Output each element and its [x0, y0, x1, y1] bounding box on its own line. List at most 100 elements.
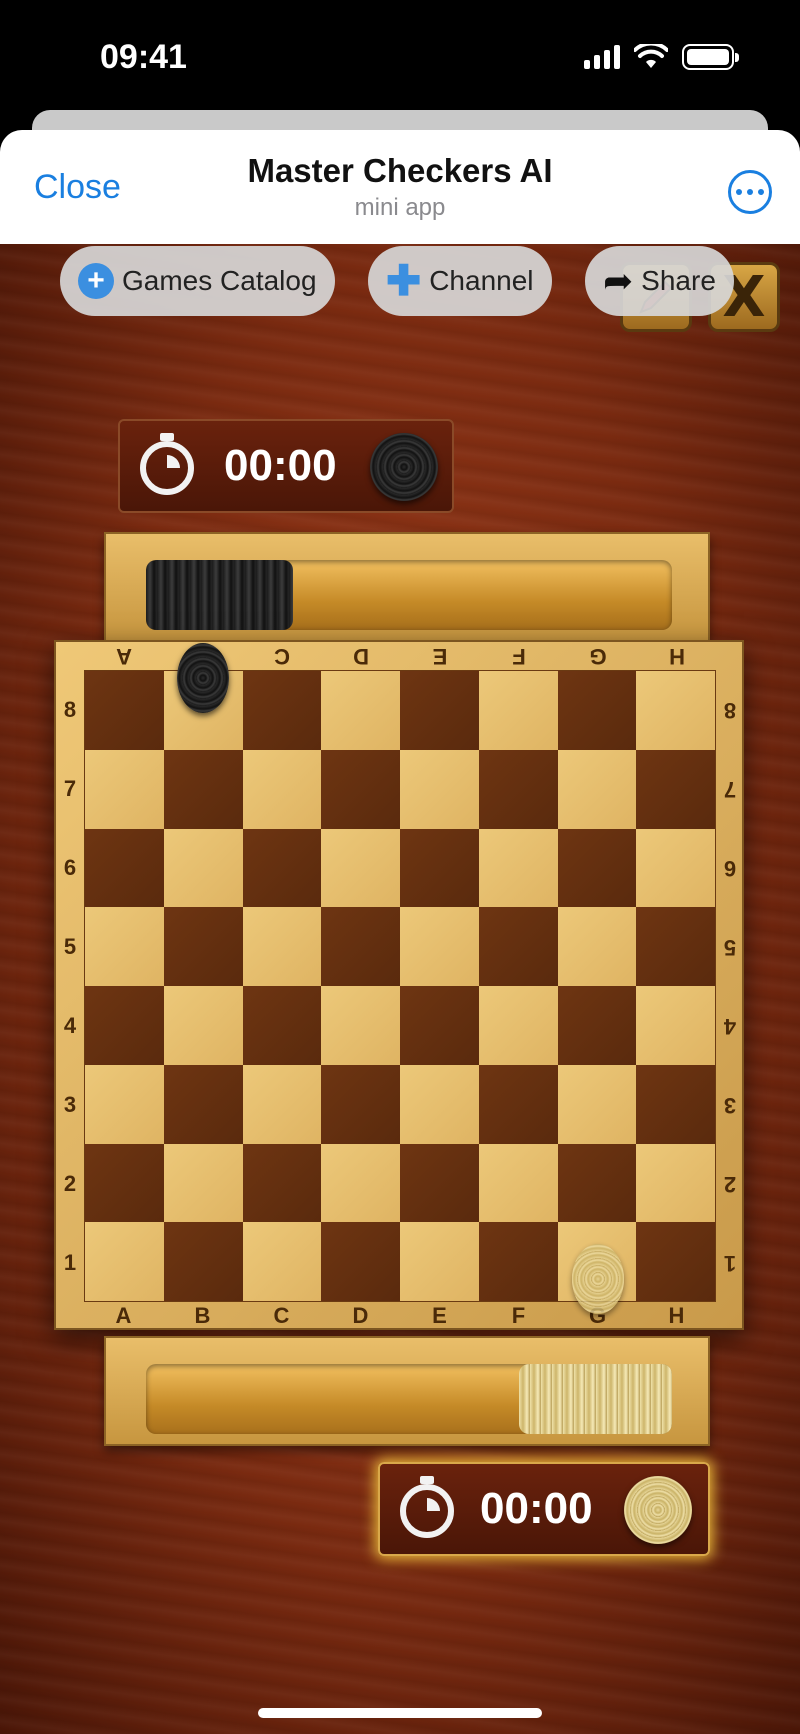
file-label-top: F: [511, 644, 526, 669]
share-arrow-icon: ➦: [603, 260, 634, 301]
board-square-a7[interactable]: [85, 749, 164, 829]
board-square-f4[interactable]: [478, 986, 558, 1065]
captured-light-stack: [519, 1364, 672, 1434]
games-catalog-button[interactable]: + Games Catalog: [60, 246, 335, 316]
rank-label-right: 1: [723, 1250, 737, 1276]
board-square-g7[interactable]: [557, 749, 637, 829]
more-options-icon[interactable]: [728, 170, 772, 214]
plus-icon: ✚: [386, 257, 422, 304]
board-square-a5[interactable]: [85, 907, 164, 986]
board-square-f2[interactable]: [478, 1143, 558, 1223]
board-square-b6[interactable]: [163, 828, 243, 908]
board-square-d3[interactable]: [321, 1064, 400, 1144]
board-square-e4[interactable]: [400, 986, 479, 1065]
status-time: 09:41: [100, 38, 187, 76]
rank-label-right: 8: [723, 697, 737, 723]
board-square-g8[interactable]: [557, 671, 637, 750]
app-subtitle: mini app: [354, 194, 446, 221]
rank-label-left: 2: [63, 1170, 77, 1196]
player-time: 00:00: [480, 1484, 593, 1533]
board-square-b7[interactable]: [163, 749, 243, 829]
rank-label-left: 8: [63, 696, 77, 722]
board-square-b5[interactable]: [163, 907, 243, 986]
board-square-g5[interactable]: [557, 907, 637, 986]
checkers-board: AABBCCDDEEFFGGHH8877665544332211: [54, 640, 744, 1330]
board-square-e2[interactable]: [400, 1143, 479, 1223]
board-square-e5[interactable]: [400, 907, 479, 986]
board-square-a8[interactable]: [85, 671, 164, 750]
file-label-bottom: B: [194, 1303, 211, 1328]
board-square-c7[interactable]: [242, 749, 322, 829]
board-square-d8[interactable]: [321, 671, 400, 750]
board-square-b4[interactable]: [163, 986, 243, 1065]
rank-label-right: 7: [723, 776, 737, 802]
board-square-b2[interactable]: [163, 1143, 243, 1223]
board-square-g6[interactable]: [557, 828, 637, 908]
channel-button[interactable]: ✚ Channel: [368, 246, 552, 316]
light-checker-piece[interactable]: [571, 1243, 624, 1314]
captured-tray-top: [104, 532, 710, 642]
board-square-e1[interactable]: [400, 1222, 479, 1301]
file-label-bottom: A: [115, 1303, 132, 1328]
file-label-top: A: [115, 644, 132, 669]
board-square-g2[interactable]: [557, 1143, 637, 1223]
games-catalog-label: Games Catalog: [122, 265, 317, 296]
board-square-g4[interactable]: [557, 986, 637, 1065]
board-square-h4[interactable]: [636, 986, 715, 1065]
status-icons: [584, 44, 739, 70]
rank-label-right: 6: [723, 855, 737, 881]
board-square-h7[interactable]: [636, 749, 715, 829]
board-square-e6[interactable]: [400, 828, 479, 908]
file-label-top: H: [668, 644, 685, 669]
board-square-f5[interactable]: [478, 907, 558, 986]
cellular-signal-icon: [584, 45, 620, 69]
board-square-f1[interactable]: [478, 1222, 558, 1301]
dark-checker-piece[interactable]: [176, 642, 229, 713]
file-label-top: C: [273, 644, 290, 669]
board-square-d7[interactable]: [321, 749, 400, 829]
board-square-a3[interactable]: [85, 1064, 164, 1144]
mini-app-header: Close Master Checkers AI mini app: [0, 130, 800, 244]
board-square-c2[interactable]: [242, 1143, 322, 1223]
board-square-e8[interactable]: [400, 671, 479, 750]
board-square-f7[interactable]: [478, 749, 558, 829]
board-square-d1[interactable]: [321, 1222, 400, 1301]
captured-tray-bottom: [104, 1336, 710, 1446]
board-square-d2[interactable]: [321, 1143, 400, 1223]
rank-label-left: 4: [63, 1012, 77, 1038]
board-square-a1[interactable]: [85, 1222, 164, 1301]
board-square-c8[interactable]: [242, 671, 322, 750]
board-square-c3[interactable]: [242, 1064, 322, 1144]
board-square-b1[interactable]: [163, 1222, 243, 1301]
player-timer: 00:00: [378, 1462, 710, 1556]
board-square-c6[interactable]: [242, 828, 322, 908]
board-square-e3[interactable]: [400, 1064, 479, 1144]
board-square-e7[interactable]: [400, 749, 479, 829]
board-square-c4[interactable]: [242, 986, 322, 1065]
board-square-h5[interactable]: [636, 907, 715, 986]
board-square-d6[interactable]: [321, 828, 400, 908]
board-square-h2[interactable]: [636, 1143, 715, 1223]
board-square-h6[interactable]: [636, 828, 715, 908]
board-square-f8[interactable]: [478, 671, 558, 750]
board-square-h3[interactable]: [636, 1064, 715, 1144]
board-square-f6[interactable]: [478, 828, 558, 908]
share-label: Share: [641, 265, 716, 296]
board-square-a2[interactable]: [85, 1143, 164, 1223]
board-square-h1[interactable]: [636, 1222, 715, 1301]
board-square-g3[interactable]: [557, 1064, 637, 1144]
share-button[interactable]: ➦ Share: [585, 246, 734, 316]
board-square-a6[interactable]: [85, 828, 164, 908]
board-square-f3[interactable]: [478, 1064, 558, 1144]
channel-label: Channel: [429, 265, 534, 296]
file-label-bottom: E: [432, 1303, 447, 1328]
board-square-d5[interactable]: [321, 907, 400, 986]
board-square-b3[interactable]: [163, 1064, 243, 1144]
wifi-icon: [634, 44, 668, 68]
board-square-a4[interactable]: [85, 986, 164, 1065]
board-square-d4[interactable]: [321, 986, 400, 1065]
file-label-bottom: H: [668, 1303, 685, 1328]
board-square-h8[interactable]: [636, 671, 715, 750]
board-square-c1[interactable]: [242, 1222, 322, 1301]
board-square-c5[interactable]: [242, 907, 322, 986]
